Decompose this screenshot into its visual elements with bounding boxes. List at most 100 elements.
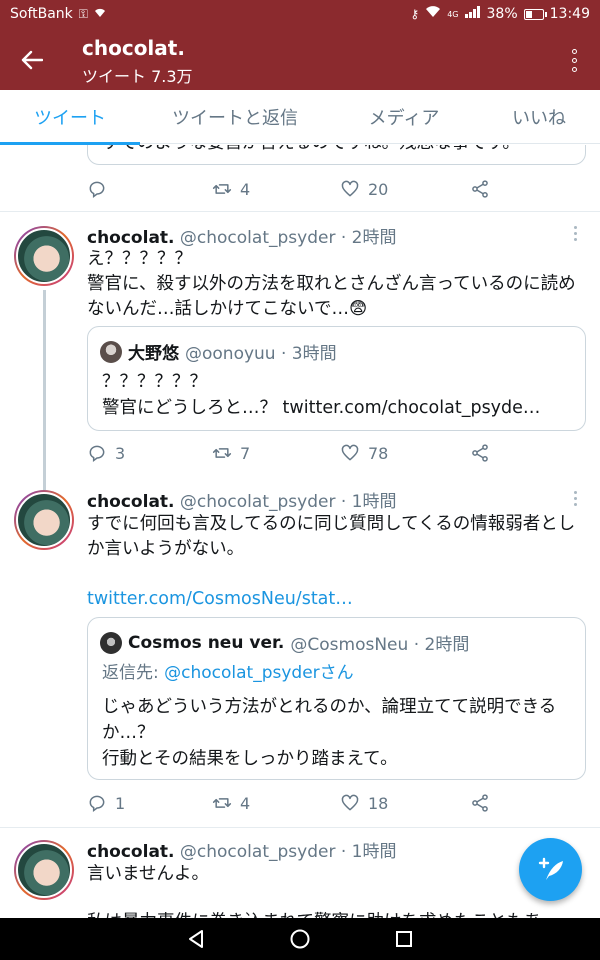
reply-button[interactable] (87, 179, 212, 199)
tab-media[interactable]: メディア (330, 90, 478, 144)
retweet-count: 7 (240, 443, 251, 463)
tweet-text: 言いませんよ。 (87, 864, 209, 884)
battery-icon (523, 8, 547, 20)
quote-card[interactable]: すでのような要旨が言えるのですね。残念な事です。 (87, 145, 586, 165)
tab-likes[interactable]: いいね (478, 90, 600, 144)
tweet-text: すでに何回も言及してるのに同じ質問してくるの情報弱者としか言いようがない。 (87, 514, 576, 559)
avatar[interactable] (14, 226, 74, 286)
like-button[interactable]: 78 (340, 443, 470, 463)
triangle-back-icon (189, 930, 203, 948)
tweet-text-continued: 私は暴力事件に巻き込まれて警察に助けを求めたこともあ (87, 910, 600, 918)
tweet-text: え？？？？？ 警官に、殺す以外の方法を取れとさんざん言っているのに読めないんだ…… (87, 249, 576, 319)
tweet-feed[interactable]: すでのような要旨が言えるのですね。残念な事です。 4 20 choc (0, 145, 600, 918)
tweet-menu-button[interactable] (574, 491, 580, 506)
retweet-icon (212, 184, 232, 194)
wifi-small-icon (94, 6, 106, 22)
wifi-icon (425, 6, 441, 22)
sim-lock-icon: ⚿ (78, 7, 88, 21)
more-options-button[interactable] (562, 42, 586, 78)
like-count: 20 (368, 179, 389, 199)
quote-card[interactable]: 大野悠 @oonoyuu · 3時間 ？？？？？？ 警官にどうしろと…？ twi… (87, 326, 586, 431)
clock: 13:49 (549, 6, 590, 22)
tweet-partial-top[interactable]: すでのような要旨が言えるのですね。残念な事です。 4 20 (0, 145, 600, 211)
tweet-menu-button[interactable] (574, 226, 580, 241)
quote-author-name: 大野悠 (128, 344, 179, 364)
quote-text: すでのような要旨が言えるのですね。残念な事です。 (102, 145, 572, 156)
heart-icon (341, 180, 359, 197)
tweet-meta: @chocolat_psyder · 1時間 (179, 492, 397, 512)
tweet[interactable]: chocolat. @chocolat_psyder · 1時間 言いませんよ。… (0, 828, 600, 918)
tweet-meta: @chocolat_psyder · 1時間 (179, 842, 397, 862)
key-icon: ⚷ (410, 7, 420, 21)
quote-avatar (100, 631, 122, 654)
heart-icon (341, 444, 359, 461)
quote-avatar (100, 340, 122, 363)
tab-tweets-and-replies[interactable]: ツイートと返信 (140, 90, 330, 144)
battery-percent: 38% (486, 6, 518, 22)
tweet[interactable]: chocolat. @chocolat_psyder · 1時間 すでに何回も言… (0, 487, 600, 827)
profile-name: chocolat. (82, 36, 185, 60)
retweet-icon (212, 448, 232, 458)
more-vertical-icon (574, 226, 577, 229)
quote-text: ？？？？？？ 警官にどうしろと…？ twitter.com/chocolat_p… (102, 372, 541, 418)
compose-tweet-button[interactable] (519, 838, 582, 901)
reply-count: 1 (115, 793, 126, 813)
avatar[interactable] (14, 840, 74, 900)
signal-icon (464, 6, 481, 22)
share-button[interactable] (470, 179, 490, 199)
tweet-author-name[interactable]: chocolat. (87, 492, 175, 512)
network-type: 4G (447, 9, 459, 19)
share-icon (472, 444, 488, 462)
more-vertical-icon (571, 48, 577, 54)
reply-icon (89, 795, 105, 812)
app-bar: chocolat. ツイート 7.3万 (0, 30, 600, 90)
tweet-link[interactable]: twitter.com/CosmosNeu/stat… (87, 587, 587, 612)
retweet-button[interactable]: 4 (212, 179, 340, 199)
carrier-label: SoftBank (10, 6, 73, 22)
like-count: 78 (368, 443, 389, 463)
quote-author-name: Cosmos neu ver. (128, 632, 285, 653)
nav-home-button[interactable] (287, 927, 313, 951)
reply-to-handle[interactable]: @chocolat_psyderさん (164, 663, 354, 683)
tab-tweets[interactable]: ツイート (0, 90, 140, 145)
square-recents-icon (396, 931, 412, 947)
back-button[interactable] (12, 42, 52, 78)
avatar[interactable] (14, 490, 74, 550)
status-bar: SoftBank ⚿ ⚷ 4G 38% 13:49 (0, 0, 600, 30)
like-button[interactable]: 18 (340, 793, 470, 813)
arrow-left-icon (21, 50, 43, 70)
retweet-count: 4 (240, 179, 251, 199)
profile-tabs: ツイート ツイートと返信 メディア いいね (0, 90, 600, 145)
share-button[interactable] (470, 793, 490, 813)
more-vertical-icon (574, 491, 577, 494)
retweet-icon (212, 798, 232, 808)
quote-meta: @oonoyuu · 3時間 (185, 344, 337, 364)
reply-count: 3 (115, 443, 126, 463)
retweet-button[interactable]: 7 (212, 443, 340, 463)
reply-button[interactable]: 1 (87, 793, 212, 813)
circle-home-icon (290, 929, 310, 949)
like-button[interactable]: 20 (340, 179, 470, 199)
thread-line (43, 290, 46, 490)
quote-text: じゃあどういう方法がとれるのか、論理立てて説明できるか…？ 行動とその結果をしっ… (102, 697, 557, 769)
retweet-button[interactable]: 4 (212, 793, 340, 813)
share-icon (472, 180, 488, 198)
share-button[interactable] (470, 443, 490, 463)
nav-back-button[interactable] (183, 927, 209, 951)
reply-button[interactable]: 3 (87, 443, 212, 463)
tweet-author-name[interactable]: chocolat. (87, 842, 175, 862)
quote-card[interactable]: Cosmos neu ver. @CosmosNeu · 2時間 返信先: @c… (87, 617, 586, 780)
like-count: 18 (368, 793, 389, 813)
quote-meta: @CosmosNeu · 2時間 (290, 635, 470, 655)
retweet-count: 4 (240, 793, 251, 813)
tweet[interactable]: chocolat. @chocolat_psyder · 2時間 え？？？？？ … (0, 212, 600, 490)
reply-icon (89, 181, 105, 198)
nav-recents-button[interactable] (391, 927, 417, 951)
tweet-author-name[interactable]: chocolat. (87, 228, 175, 248)
reply-prefix: 返信先: (102, 663, 165, 683)
compose-tweet-icon (538, 857, 563, 880)
heart-icon (341, 794, 359, 811)
tweet-count: ツイート 7.3万 (82, 67, 193, 86)
tweet-meta: @chocolat_psyder · 2時間 (179, 228, 397, 248)
reply-icon (89, 445, 105, 462)
